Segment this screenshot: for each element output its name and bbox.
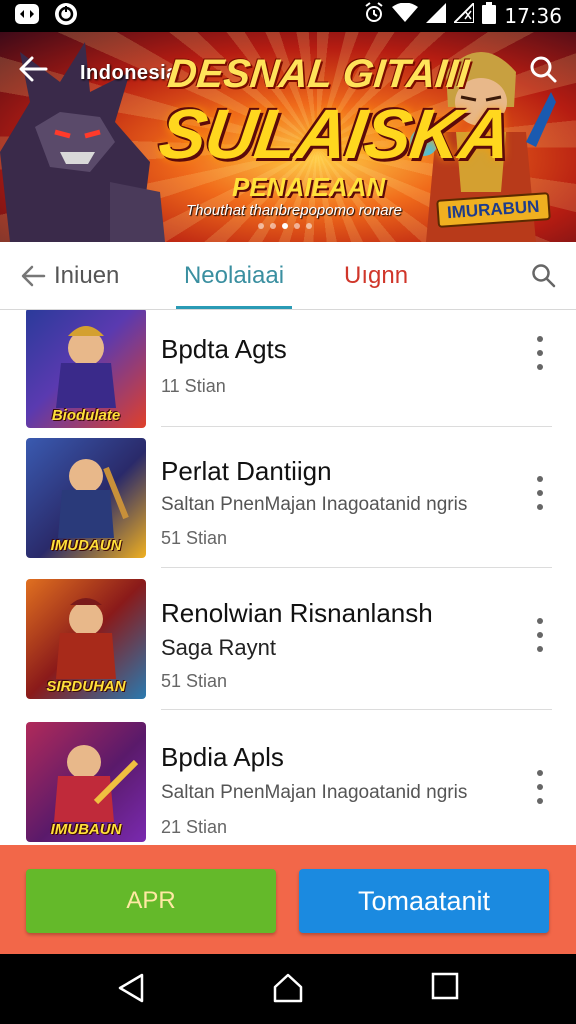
status-bar: 17:36	[0, 0, 576, 32]
home-icon	[273, 973, 303, 1003]
pager-dot-active[interactable]	[282, 223, 288, 229]
search-icon	[532, 264, 556, 288]
search-icon	[530, 56, 557, 83]
more-options-button[interactable]	[532, 336, 548, 370]
item-thumbnail: IMUDAUN	[26, 438, 146, 558]
nav-home-button[interactable]	[272, 972, 304, 1009]
pager-dot[interactable]	[270, 223, 276, 229]
item-divider	[161, 426, 552, 427]
thumbnail-caption: IMUBAUN	[50, 821, 122, 838]
list-item[interactable]: IMUDAUN Perlat Dantiign Saltan PnenMajan…	[0, 430, 576, 570]
nav-back-button[interactable]	[116, 972, 146, 1009]
back-button[interactable]	[18, 54, 48, 90]
tab-search-button[interactable]	[530, 262, 556, 293]
primary-action-button[interactable]: APR	[26, 869, 276, 933]
nav-recents-button[interactable]	[431, 972, 459, 1005]
sync-notification-icon	[54, 2, 78, 31]
banner-title-main: SULAISKA	[154, 95, 516, 173]
item-title: Bpdta Agts	[161, 334, 287, 364]
app-list: Biodulate Bpdta Agts 11 Stian IMUDAUN Pe…	[0, 310, 576, 845]
more-options-button[interactable]	[532, 770, 548, 804]
item-meta: 11 Stian	[161, 376, 226, 396]
recents-icon	[431, 972, 459, 1000]
pager-dot[interactable]	[258, 223, 264, 229]
pager-dot[interactable]	[294, 223, 300, 229]
alarm-icon	[364, 2, 384, 30]
item-meta: 21 Stian	[161, 817, 228, 837]
item-meta: 51 Stian	[161, 671, 228, 691]
arrow-left-icon	[19, 56, 48, 82]
item-description: Saga Raynt	[161, 635, 276, 660]
promo-banner[interactable]: Indonesia DESNAL GITAIII SULAISKA PENAIE…	[0, 32, 576, 242]
battery-icon	[482, 2, 497, 30]
status-time: 17:36	[504, 4, 562, 28]
banner-subtitle: PENAIEAAN	[232, 172, 386, 202]
item-title: Bpdia Apls	[161, 742, 284, 772]
item-divider	[161, 709, 552, 710]
thumbnail-caption: IMUDAUN	[50, 537, 122, 554]
back-triangle-icon	[118, 973, 144, 1003]
tab-third[interactable]: Uıgnn	[344, 262, 408, 290]
item-thumbnail: Biodulate	[26, 310, 146, 428]
more-options-button[interactable]	[532, 476, 548, 510]
thumbnail-caption: Biodulate	[51, 407, 121, 424]
tab-back-label: Iniuen	[54, 262, 120, 289]
item-title: Perlat Dantiign	[161, 456, 332, 486]
secondary-action-button[interactable]: Tomaatanit	[299, 869, 549, 933]
tab-active[interactable]: Neolaiaai	[176, 262, 292, 290]
banner-title-top: DESNAL GITAIII	[165, 52, 472, 96]
no-sim-icon	[451, 0, 476, 29]
bottom-action-bar: APR Tomaatanit	[0, 845, 576, 954]
app-notification-icon	[14, 3, 40, 30]
banner-overlay-label: Indonesia	[80, 62, 178, 84]
item-divider	[161, 567, 552, 568]
tab-active-indicator	[176, 306, 292, 309]
list-item[interactable]: SIRDUHAN Renolwian Risnanlansh Saga Rayn…	[0, 570, 576, 712]
item-meta: 51 Stian	[161, 528, 228, 548]
item-thumbnail: SIRDUHAN	[26, 579, 146, 699]
item-thumbnail: IMUBAUN	[26, 722, 146, 842]
item-title: Renolwian Risnanlansh	[161, 598, 433, 628]
banner-search-button[interactable]	[528, 54, 558, 89]
tab-bar: Iniuen Neolaiaai Uıgnn	[0, 242, 576, 310]
list-item[interactable]: Biodulate Bpdta Agts 11 Stian	[0, 310, 576, 430]
item-description: Saltan PnenMajan Inagoatanid ngris	[161, 494, 468, 515]
system-nav-bar	[0, 954, 576, 1024]
list-item[interactable]: IMUBAUN Bpdia Apls Saltan PnenMajan Inag…	[0, 712, 576, 845]
thumbnail-caption: SIRDUHAN	[46, 678, 126, 695]
arrow-left-icon	[21, 265, 46, 287]
wifi-icon	[392, 2, 419, 29]
item-description: Saltan PnenMajan Inagoatanid ngris	[161, 782, 468, 803]
more-options-button[interactable]	[532, 618, 548, 652]
banner-tagline: Thouthat thanbrepopomo ronare	[186, 202, 402, 219]
tab-back[interactable]: Iniuen	[20, 262, 119, 290]
pager-dot[interactable]	[306, 223, 312, 229]
banner-pager	[258, 223, 312, 229]
signal-icon	[426, 3, 447, 29]
